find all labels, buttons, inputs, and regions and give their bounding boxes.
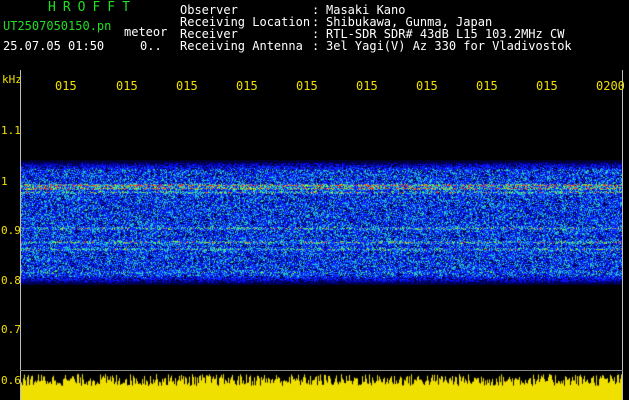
- x-tick-label: 015: [236, 79, 258, 93]
- y-tick-label: 0.9: [1, 224, 21, 237]
- antenna-key: Receiving Antenna: [180, 39, 303, 53]
- gridline: [20, 370, 623, 371]
- y-tick-label: 0.8: [1, 274, 21, 287]
- x-tick-label: 015: [55, 79, 77, 93]
- y-tick-label: 1.1: [1, 124, 21, 137]
- power-trace: [21, 372, 622, 400]
- x-tick-label: 0200: [596, 79, 625, 93]
- x-tick-label: 015: [416, 79, 438, 93]
- antenna-sep: :: [312, 39, 320, 53]
- y-tick-label: 0.6: [1, 374, 21, 387]
- x-tick-label: 015: [536, 79, 558, 93]
- spectrogram-image: [21, 160, 622, 285]
- unit-label: kHz: [2, 73, 22, 86]
- x-tick-label: 015: [176, 79, 198, 93]
- x-tick-label: 015: [356, 79, 378, 93]
- app-title: HROFFT: [48, 0, 137, 15]
- antenna-value: 3el Yagi(V) Az 330 for Vladivostok: [326, 39, 572, 53]
- y-tick-label: 1: [1, 175, 8, 188]
- meteor-label: meteor: [124, 25, 168, 39]
- timestamp: 25.07.05 01:50: [3, 39, 105, 53]
- file-name: UT2507050150.pn: [3, 19, 112, 33]
- y-tick-label: 0.7: [1, 323, 21, 336]
- x-tick-label: 015: [476, 79, 498, 93]
- x-tick-label: 015: [296, 79, 318, 93]
- meteor-count: 0..: [140, 39, 162, 53]
- header-panel: HROFFT UT2507050150.pn meteor 25.07.05 0…: [0, 0, 629, 70]
- x-tick-label: 015: [116, 79, 138, 93]
